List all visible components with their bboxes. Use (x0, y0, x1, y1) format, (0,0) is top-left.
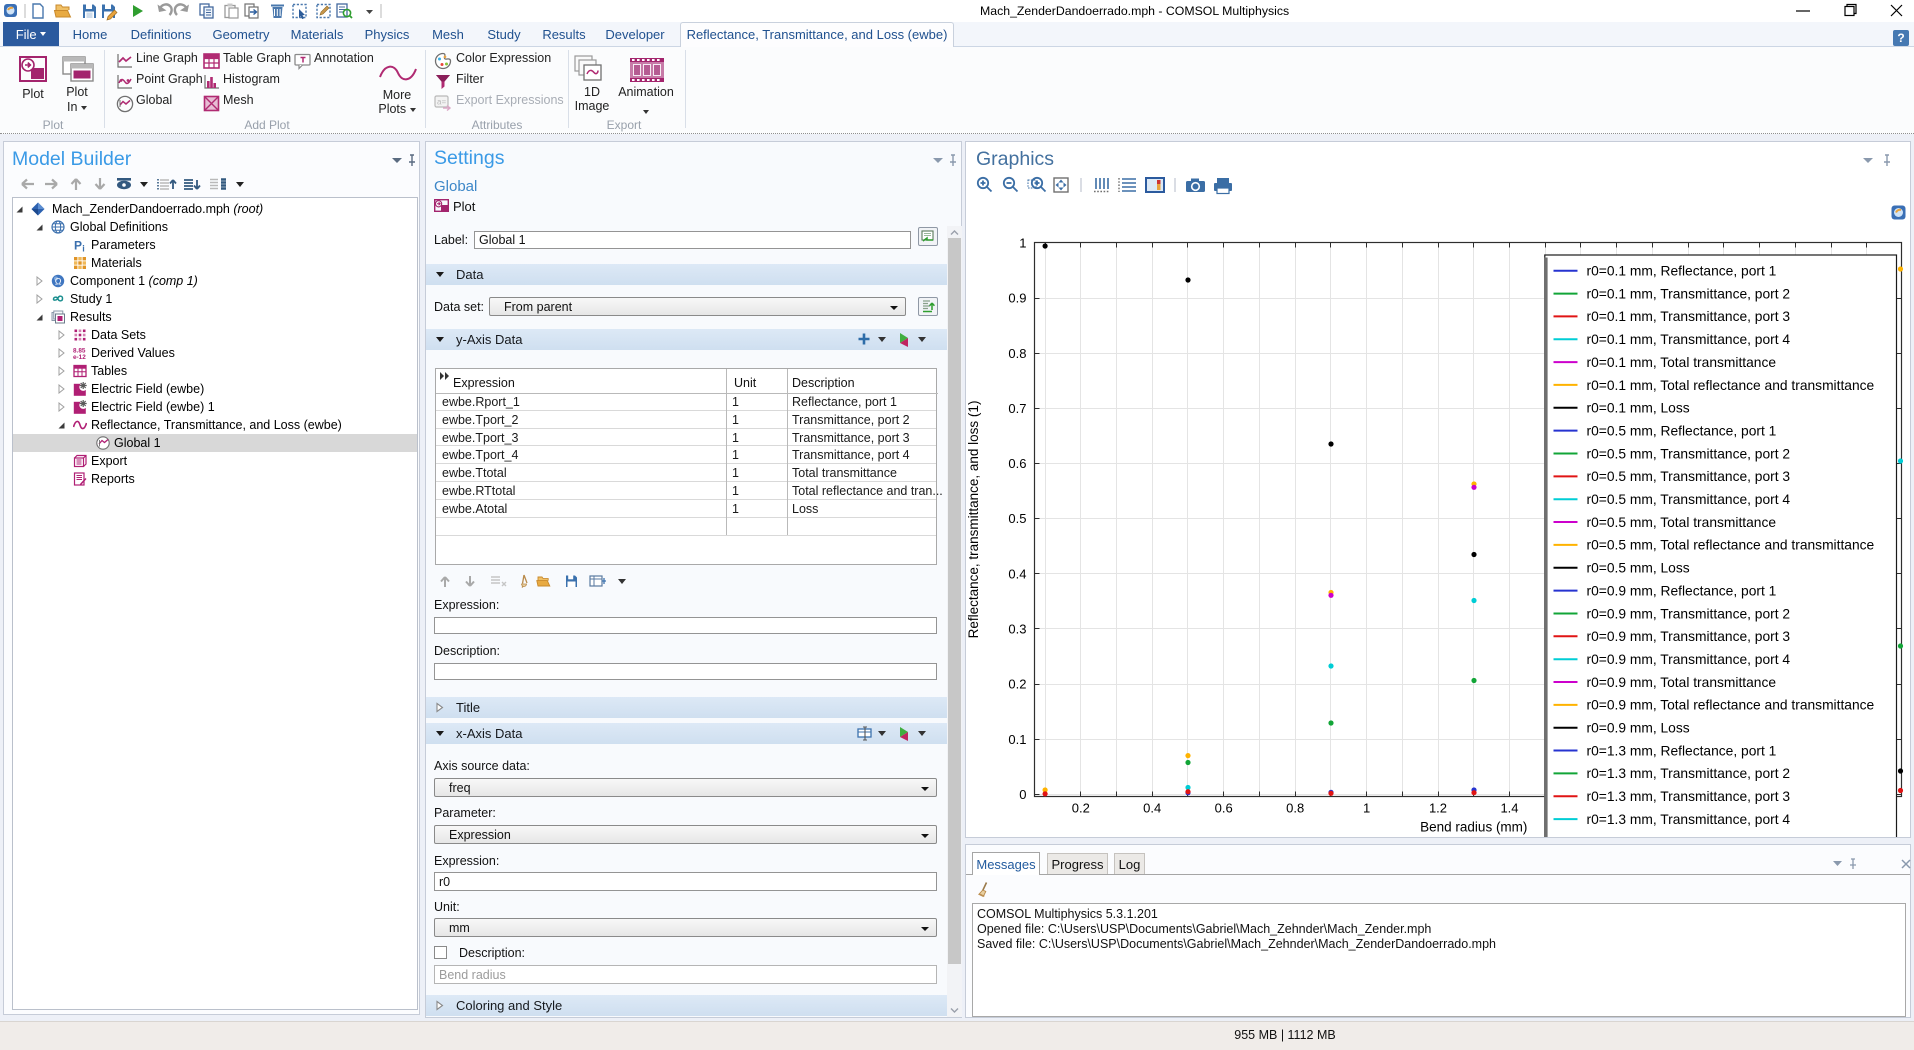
svg-text:r0=0.9 mm, Transmittance, port: r0=0.9 mm, Transmittance, port 3 (1587, 629, 1791, 644)
svg-text:P: P (74, 239, 82, 253)
svg-text:a=: a= (437, 98, 446, 107)
svg-text:0.3: 0.3 (1008, 622, 1026, 637)
svg-text:e-12: e-12 (73, 354, 86, 360)
svg-text:1: 1 (1019, 236, 1026, 251)
svg-text:0.4: 0.4 (1008, 566, 1026, 581)
svg-text:0.6: 0.6 (1008, 456, 1026, 471)
svg-text:r0=0.1 mm, Transmittance, port: r0=0.1 mm, Transmittance, port 3 (1587, 309, 1791, 324)
svg-text:0.9: 0.9 (1008, 291, 1026, 306)
svg-text:0.7: 0.7 (1008, 401, 1026, 416)
svg-text:r0=0.5 mm, Total transmittance: r0=0.5 mm, Total transmittance (1587, 515, 1777, 530)
svg-text:0.8: 0.8 (1008, 346, 1026, 361)
svg-text:r0=0.9 mm, Loss: r0=0.9 mm, Loss (1587, 721, 1690, 736)
svg-text:r0=0.1 mm, Reflectance, port 1: r0=0.1 mm, Reflectance, port 1 (1587, 264, 1777, 279)
svg-text:r0=1.3 mm, Transmittance, port: r0=1.3 mm, Transmittance, port 3 (1587, 789, 1791, 804)
svg-text:0.4: 0.4 (1143, 801, 1161, 816)
svg-text:r0=0.5 mm, Transmittance, port: r0=0.5 mm, Transmittance, port 4 (1587, 492, 1791, 507)
svg-text:r0=0.5 mm, Loss: r0=0.5 mm, Loss (1587, 561, 1690, 576)
svg-text:r0=0.9 mm, Reflectance, port 1: r0=0.9 mm, Reflectance, port 1 (1587, 583, 1777, 598)
svg-text:1.4: 1.4 (1500, 801, 1518, 816)
svg-text:0.8: 0.8 (1286, 801, 1304, 816)
svg-text:0: 0 (1019, 787, 1026, 802)
svg-text:0.6: 0.6 (1215, 801, 1233, 816)
svg-text:0.2: 0.2 (1008, 677, 1026, 692)
svg-text:i: i (82, 244, 85, 253)
svg-text:r0=0.1 mm, Total transmittance: r0=0.1 mm, Total transmittance (1587, 355, 1777, 370)
svg-text:Ω: Ω (55, 277, 62, 287)
svg-text:Bend radius (mm): Bend radius (mm) (1420, 820, 1527, 835)
svg-text:r0=0.5 mm, Reflectance, port 1: r0=0.5 mm, Reflectance, port 1 (1587, 423, 1777, 438)
svg-text:0.2: 0.2 (1072, 801, 1090, 816)
svg-text:r0=0.9 mm, Transmittance, port: r0=0.9 mm, Transmittance, port 2 (1587, 606, 1791, 621)
svg-text:r0=0.5 mm, Transmittance, port: r0=0.5 mm, Transmittance, port 3 (1587, 469, 1791, 484)
svg-text:r0=0.9 mm, Transmittance, port: r0=0.9 mm, Transmittance, port 4 (1587, 652, 1791, 667)
svg-text:r0=0.9 mm, Total reflectance a: r0=0.9 mm, Total reflectance and transmi… (1587, 698, 1875, 713)
svg-text:r0=0.1 mm, Loss: r0=0.1 mm, Loss (1587, 401, 1690, 416)
svg-text:1: 1 (1363, 801, 1370, 816)
svg-text:0.5: 0.5 (1008, 511, 1026, 526)
svg-text:r0=0.1 mm, Transmittance, port: r0=0.1 mm, Transmittance, port 2 (1587, 286, 1791, 301)
svg-text:1.2: 1.2 (1429, 801, 1447, 816)
svg-text:Reflectance, transmittance, an: Reflectance, transmittance, and loss (1) (966, 401, 981, 639)
svg-text:r0=1.3 mm, Transmittance, port: r0=1.3 mm, Transmittance, port 4 (1587, 812, 1791, 827)
svg-text:r0=0.9 mm, Total transmittance: r0=0.9 mm, Total transmittance (1587, 675, 1777, 690)
svg-text:r0=1.3 mm, Transmittance, port: r0=1.3 mm, Transmittance, port 2 (1587, 766, 1791, 781)
svg-text:r0=0.1 mm, Transmittance, port: r0=0.1 mm, Transmittance, port 4 (1587, 332, 1791, 347)
svg-text:r0=0.1 mm, Total reflectance a: r0=0.1 mm, Total reflectance and transmi… (1587, 378, 1875, 393)
svg-text:r0=0.5 mm, Total reflectance a: r0=0.5 mm, Total reflectance and transmi… (1587, 538, 1875, 553)
svg-text:r0=0.5 mm, Transmittance, port: r0=0.5 mm, Transmittance, port 2 (1587, 446, 1791, 461)
svg-text:r0=1.3 mm, Reflectance, port 1: r0=1.3 mm, Reflectance, port 1 (1587, 743, 1777, 758)
svg-text:0.1: 0.1 (1008, 732, 1026, 747)
